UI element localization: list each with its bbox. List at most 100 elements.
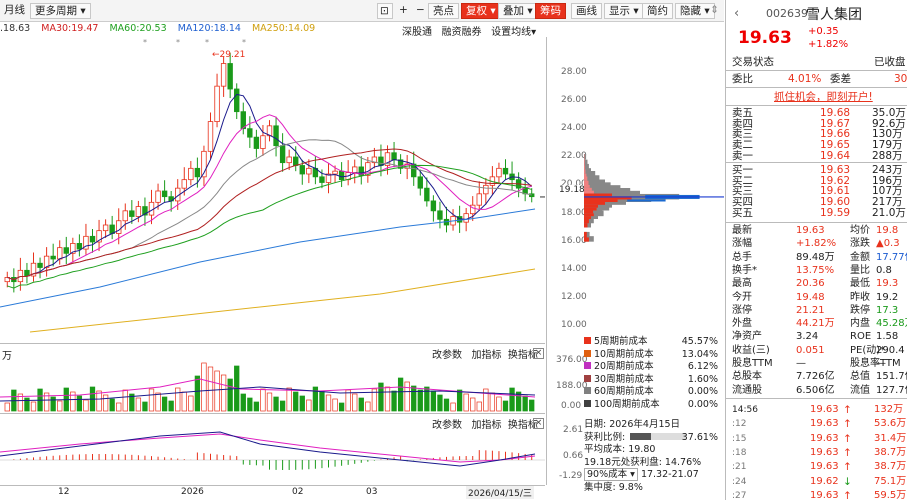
more-periods-dropdown[interactable]: 更多周期 ▾ — [30, 3, 91, 19]
volume-bar — [523, 396, 528, 411]
candle — [64, 248, 69, 254]
volume-axis: 376.00 188.00 0.00 — [546, 343, 584, 413]
more-arrow-icon[interactable]: ⇕ — [706, 3, 723, 19]
change-pct: +1.82% — [808, 38, 848, 51]
current-price-tick: 19.18 — [559, 185, 585, 195]
volume-bar — [490, 393, 495, 411]
macd-dif-line — [0, 432, 535, 466]
legend-row: 20周期前成本6.12% — [584, 361, 724, 374]
volume-bar — [320, 391, 325, 411]
volume-bar — [143, 402, 148, 411]
chip-bar-red — [584, 232, 587, 238]
zoom-in-icon[interactable]: + — [395, 3, 412, 19]
period-monthly[interactable]: 月线 — [0, 3, 29, 19]
candle — [51, 256, 56, 259]
chip-distribution-button[interactable]: 筹码 — [535, 3, 566, 19]
legend-label: 5周期前成本 — [594, 336, 648, 347]
volume-bar — [529, 400, 534, 411]
candlestick-chart[interactable]: **** 深股通 融资融券 设置均线▾ ←29.21 — [0, 37, 545, 343]
weicha-label: 委差 — [830, 73, 851, 85]
highlight-button[interactable]: 亮点 — [428, 3, 459, 19]
stat-label: 涨停 — [732, 305, 752, 317]
draw-line-button[interactable]: 画线 — [571, 3, 602, 19]
hk-connect-link[interactable]: 深股通 — [402, 27, 432, 38]
peak-label: ←29.21 — [212, 50, 245, 60]
stat-value: 19.3 — [876, 278, 898, 290]
stat-value: 20.36 — [796, 278, 825, 290]
ytick: 2.61 — [563, 425, 583, 435]
volume-bar — [77, 396, 82, 411]
chip-bar-red — [584, 160, 585, 166]
stat-label: 涨跌 — [850, 238, 870, 250]
volume-chart[interactable] — [0, 357, 545, 413]
volume-bar — [438, 395, 443, 411]
candle — [254, 137, 259, 148]
chip-info: 日期: 2026年4月15日 获利比例: 37.61% 平均成本: 19.80 … — [584, 419, 724, 494]
volume-bar — [287, 388, 292, 411]
stat-label: 内盘 — [850, 318, 870, 330]
open-account-link[interactable]: 抓住机会，即刻开户! — [774, 91, 873, 103]
divider — [726, 70, 907, 71]
candle — [38, 263, 43, 267]
zoom-out-icon[interactable]: − — [412, 3, 429, 19]
stat-value: 6.506亿 — [796, 385, 835, 397]
ma250-value: MA250:14.09 — [252, 23, 315, 34]
stat-value: — — [796, 358, 806, 370]
candle — [392, 153, 397, 160]
macd-chart[interactable] — [0, 430, 545, 484]
stat-label: 金额 — [850, 252, 870, 264]
volume-bar — [228, 379, 233, 411]
tick-volume: 75.1万 — [874, 476, 906, 488]
candle — [248, 129, 253, 138]
stat-label: 跌停 — [850, 305, 870, 317]
cost-select[interactable]: 90%成本 ▾ — [584, 468, 638, 481]
stat-label: 总手 — [732, 252, 752, 264]
macd-dea-line — [0, 434, 535, 462]
candle — [379, 157, 384, 166]
margin-link[interactable]: 融资融券 — [442, 27, 482, 38]
candle — [195, 168, 200, 177]
volume-bar — [444, 399, 449, 411]
lock-icon[interactable]: ⊡ — [377, 3, 393, 19]
chip-date: 日期: 2026年4月15日 — [584, 419, 724, 432]
buy-row-label: 买五 — [732, 207, 753, 219]
candle — [293, 157, 298, 166]
stat-label: 总值 — [850, 371, 870, 383]
stat-value: 7.726亿 — [796, 371, 835, 383]
tick-volume: 38.7万 — [874, 461, 906, 473]
restore-rights-dropdown[interactable]: 复权 ▾ — [461, 3, 501, 19]
tick-volume: 53.6万 — [874, 418, 906, 430]
volume-bar — [208, 367, 213, 411]
legend-swatch — [584, 375, 591, 382]
profit-row: 获利比例: 37.61% — [584, 432, 724, 445]
event-marker: * — [205, 38, 209, 47]
event-marker: * — [242, 38, 246, 47]
tick-time: 14:56 — [732, 404, 758, 416]
ma30-value: MA30:19.47 — [41, 23, 98, 34]
price-axis: 28.00 26.00 24.00 22.00 20.00 19.18 18.0… — [546, 37, 584, 343]
stat-label: 最高 — [732, 278, 752, 290]
set-ma-label: 设置均线 — [491, 27, 531, 38]
candle — [484, 185, 489, 194]
ytick: 16.00 — [561, 236, 587, 246]
close-macd-icon[interactable]: × — [533, 418, 544, 429]
volume-bar — [31, 402, 36, 411]
volume-bar — [470, 398, 475, 411]
volume-bar — [510, 388, 515, 411]
overlay-dropdown[interactable]: 叠加 ▾ — [498, 3, 538, 19]
stat-label: ROE — [850, 331, 871, 343]
simple-mode-button[interactable]: 简约 — [642, 3, 673, 19]
legend-label: 10周期前成本 — [594, 349, 654, 360]
stat-value: 0.051 — [796, 345, 825, 357]
volume-bar — [162, 397, 167, 411]
candle — [280, 146, 285, 163]
volume-bar — [484, 389, 489, 411]
legend-swatch — [584, 337, 591, 344]
set-ma-link[interactable]: 设置均线▾ — [491, 27, 536, 38]
tick-time: :15 — [732, 433, 746, 445]
display-label: 显示 — [609, 5, 630, 17]
display-dropdown[interactable]: 显示 ▾ — [604, 3, 644, 19]
stat-label: 收益(三) — [732, 345, 770, 357]
volume-bar — [307, 400, 312, 411]
back-icon[interactable]: ‹ — [734, 6, 739, 21]
